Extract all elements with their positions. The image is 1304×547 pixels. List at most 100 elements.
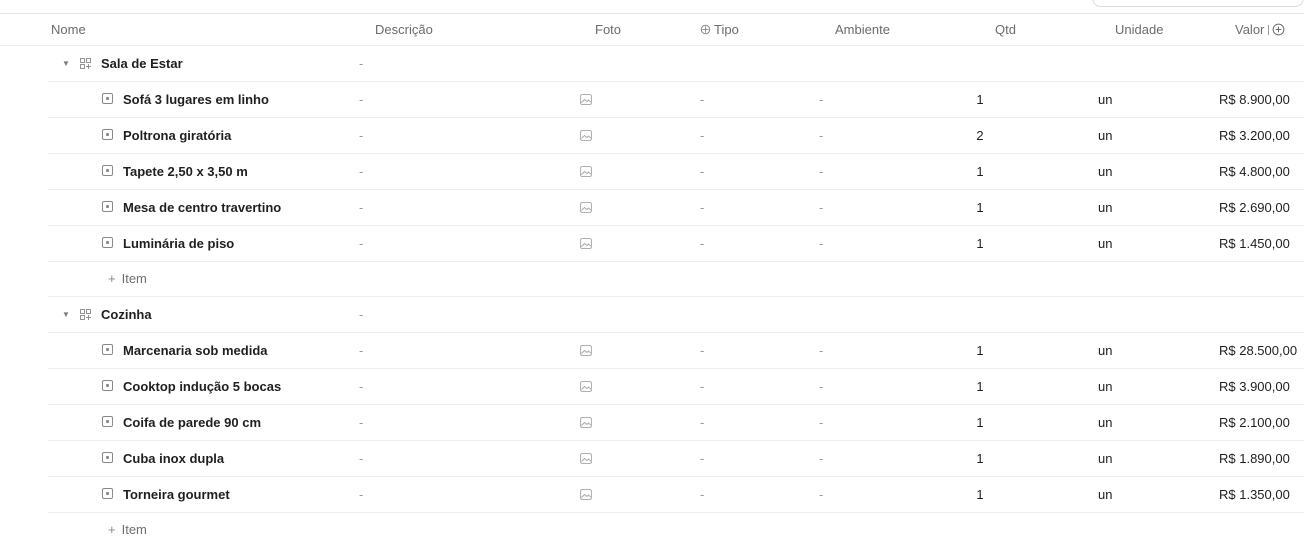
group-description[interactable]: - <box>359 46 363 81</box>
item-ambiente[interactable]: - <box>819 333 823 368</box>
item-qtd[interactable]: 1 <box>970 405 990 440</box>
item-unidade[interactable]: un <box>1098 477 1112 512</box>
item-unidade[interactable]: un <box>1098 154 1112 189</box>
item-tipo[interactable]: - <box>700 477 704 512</box>
item-descricao[interactable]: - <box>359 441 363 476</box>
item-unidade[interactable]: un <box>1098 118 1112 153</box>
item-valor[interactable]: R$ 1.450,00 <box>1219 226 1290 261</box>
column-header-qtd[interactable]: Qtd <box>995 14 1016 45</box>
item-ambiente[interactable]: - <box>819 226 823 261</box>
item-tipo[interactable]: - <box>700 82 704 117</box>
item-qtd[interactable]: 1 <box>970 226 990 261</box>
item-qtd[interactable]: 1 <box>970 190 990 225</box>
image-icon[interactable] <box>580 238 592 249</box>
group-name[interactable]: Cozinha <box>101 297 152 332</box>
item-unidade[interactable]: un <box>1098 82 1112 117</box>
item-valor[interactable]: R$ 2.690,00 <box>1219 190 1290 225</box>
item-ambiente[interactable]: - <box>819 82 823 117</box>
item-unidade[interactable]: un <box>1098 369 1112 404</box>
item-tipo[interactable]: - <box>700 441 704 476</box>
item-qtd[interactable]: 1 <box>970 333 990 368</box>
item-tipo[interactable]: - <box>700 154 704 189</box>
caret-down-icon[interactable]: ▼ <box>62 297 70 332</box>
column-header-tipo[interactable]: Tipo <box>700 14 739 45</box>
item-name[interactable]: Cuba inox dupla <box>123 441 224 476</box>
image-icon[interactable] <box>580 130 592 141</box>
item-name[interactable]: Luminária de piso <box>123 226 234 261</box>
item-descricao[interactable]: - <box>359 405 363 440</box>
column-header-descricao[interactable]: Descrição <box>375 14 433 45</box>
column-header-valor[interactable]: Valor <box>1235 14 1285 45</box>
item-tipo[interactable]: - <box>700 405 704 440</box>
group-row-cozinha[interactable]: ▼ Cozinha - <box>48 297 1304 333</box>
item-name[interactable]: Poltrona giratória <box>123 118 231 153</box>
image-icon[interactable] <box>580 94 592 105</box>
group-row-sala-de-estar[interactable]: ▼ Sala de Estar - <box>48 46 1304 82</box>
table-row[interactable]: Sofá 3 lugares em linho - - - 1 un R$ 8.… <box>48 82 1304 118</box>
item-ambiente[interactable]: - <box>819 118 823 153</box>
item-valor[interactable]: R$ 1.350,00 <box>1219 477 1290 512</box>
item-name[interactable]: Torneira gourmet <box>123 477 230 512</box>
item-qtd[interactable]: 1 <box>970 477 990 512</box>
item-unidade[interactable]: un <box>1098 405 1112 440</box>
item-valor[interactable]: R$ 8.900,00 <box>1219 82 1290 117</box>
item-qtd[interactable]: 1 <box>970 154 990 189</box>
column-header-ambiente[interactable]: Ambiente <box>835 14 890 45</box>
item-ambiente[interactable]: - <box>819 405 823 440</box>
item-unidade[interactable]: un <box>1098 190 1112 225</box>
table-row[interactable]: Poltrona giratória - - - 2 un R$ 3.200,0… <box>48 118 1304 154</box>
item-name[interactable]: Marcenaria sob medida <box>123 333 268 368</box>
item-valor[interactable]: R$ 4.800,00 <box>1219 154 1290 189</box>
image-icon[interactable] <box>580 453 592 464</box>
table-row[interactable]: Luminária de piso - - - 1 un R$ 1.450,00 <box>48 226 1304 262</box>
item-qtd[interactable]: 1 <box>970 82 990 117</box>
image-icon[interactable] <box>580 489 592 500</box>
item-tipo[interactable]: - <box>700 369 704 404</box>
item-unidade[interactable]: un <box>1098 226 1112 261</box>
toolbar-control[interactable] <box>1092 0 1304 7</box>
item-valor[interactable]: R$ 3.900,00 <box>1219 369 1290 404</box>
item-name[interactable]: Tapete 2,50 x 3,50 m <box>123 154 248 189</box>
item-tipo[interactable]: - <box>700 118 704 153</box>
table-row[interactable]: Coifa de parede 90 cm - - - 1 un R$ 2.10… <box>48 405 1304 441</box>
table-row[interactable]: Tapete 2,50 x 3,50 m - - - 1 un R$ 4.800… <box>48 154 1304 190</box>
image-icon[interactable] <box>580 345 592 356</box>
item-name[interactable]: Mesa de centro travertino <box>123 190 281 225</box>
item-ambiente[interactable]: - <box>819 441 823 476</box>
table-row[interactable]: Cooktop indução 5 bocas - - - 1 un R$ 3.… <box>48 369 1304 405</box>
column-header-foto[interactable]: Foto <box>595 14 621 45</box>
item-unidade[interactable]: un <box>1098 333 1112 368</box>
image-icon[interactable] <box>580 381 592 392</box>
image-icon[interactable] <box>580 417 592 428</box>
image-icon[interactable] <box>580 202 592 213</box>
caret-down-icon[interactable]: ▼ <box>62 46 70 81</box>
table-row[interactable]: Torneira gourmet - - - 1 un R$ 1.350,00 <box>48 477 1304 513</box>
item-ambiente[interactable]: - <box>819 369 823 404</box>
item-unidade[interactable]: un <box>1098 441 1112 476</box>
column-header-unidade[interactable]: Unidade <box>1115 14 1163 45</box>
add-item-button[interactable]: + Item <box>108 262 147 296</box>
table-row[interactable]: Cuba inox dupla - - - 1 un R$ 1.890,00 <box>48 441 1304 477</box>
group-description[interactable]: - <box>359 297 363 332</box>
item-descricao[interactable]: - <box>359 333 363 368</box>
item-ambiente[interactable]: - <box>819 190 823 225</box>
image-icon[interactable] <box>580 166 592 177</box>
item-descricao[interactable]: - <box>359 154 363 189</box>
column-header-nome[interactable]: Nome <box>51 14 86 45</box>
item-valor[interactable]: R$ 3.200,00 <box>1219 118 1290 153</box>
item-qtd[interactable]: 2 <box>970 118 990 153</box>
item-descricao[interactable]: - <box>359 82 363 117</box>
item-valor[interactable]: R$ 28.500,00 <box>1219 333 1297 368</box>
item-valor[interactable]: R$ 2.100,00 <box>1219 405 1290 440</box>
item-descricao[interactable]: - <box>359 190 363 225</box>
item-ambiente[interactable]: - <box>819 154 823 189</box>
group-name[interactable]: Sala de Estar <box>101 46 183 81</box>
item-descricao[interactable]: - <box>359 226 363 261</box>
add-column-icon[interactable] <box>1272 23 1285 36</box>
item-tipo[interactable]: - <box>700 190 704 225</box>
item-tipo[interactable]: - <box>700 226 704 261</box>
item-descricao[interactable]: - <box>359 477 363 512</box>
item-name[interactable]: Cooktop indução 5 bocas <box>123 369 281 404</box>
item-tipo[interactable]: - <box>700 333 704 368</box>
item-qtd[interactable]: 1 <box>970 441 990 476</box>
